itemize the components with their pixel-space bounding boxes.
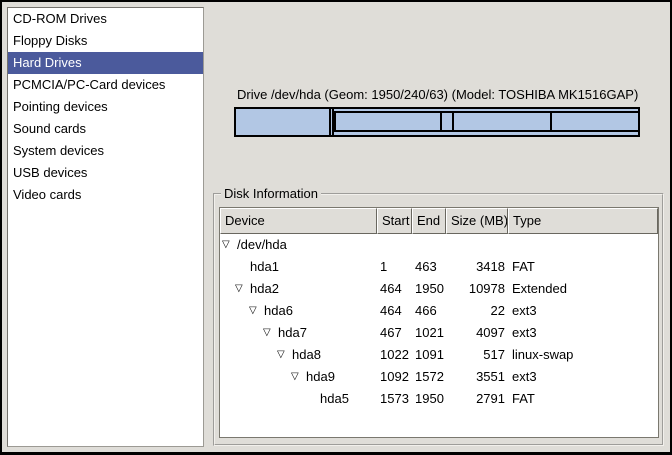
end-cell: 1950 [412, 278, 446, 300]
table-row[interactable]: ▽/dev/hda [220, 234, 658, 256]
device-name: hda2 [250, 278, 279, 300]
sidebar-item-usb-devices[interactable]: USB devices [8, 162, 203, 184]
size-cell [446, 234, 508, 256]
size-cell: 2791 [446, 388, 508, 410]
end-cell: 1572 [412, 366, 446, 388]
device-name: hda9 [306, 366, 335, 388]
expander-icon[interactable]: ▽ [277, 350, 292, 360]
partition-segment-hda5 [552, 113, 638, 130]
type-cell: FAT [508, 388, 658, 410]
device-name: hda7 [278, 322, 307, 344]
expander-icon[interactable]: ▽ [235, 284, 250, 294]
end-cell: 466 [412, 300, 446, 322]
type-cell: Extended [508, 278, 658, 300]
end-cell: 1950 [412, 388, 446, 410]
table-row[interactable]: ▽hda7 467 1021 4097 ext3 [220, 322, 658, 344]
start-cell [377, 234, 412, 256]
table-row[interactable]: ▽hda8 1022 1091 517 linux-swap [220, 344, 658, 366]
start-cell: 1092 [377, 366, 412, 388]
type-cell: ext3 [508, 300, 658, 322]
sidebar-item-pointing-devices[interactable]: Pointing devices [8, 96, 203, 118]
device-name: hda8 [292, 344, 321, 366]
sidebar-item-hard-drives[interactable]: Hard Drives [8, 52, 203, 74]
partition-segment-hda2-extended [332, 109, 638, 135]
expander-icon[interactable]: ▽ [291, 372, 306, 382]
start-cell: 467 [377, 322, 412, 344]
partition-segment-hda1 [236, 109, 331, 135]
size-cell: 22 [446, 300, 508, 322]
end-cell: 463 [412, 256, 446, 278]
size-cell: 10978 [446, 278, 508, 300]
type-cell: ext3 [508, 366, 658, 388]
column-header-device[interactable]: Device [220, 208, 377, 234]
type-cell [508, 234, 658, 256]
table-row[interactable]: ▽hda9 1092 1572 3551 ext3 [220, 366, 658, 388]
drive-title: Drive /dev/hda (Geom: 1950/240/63) (Mode… [237, 87, 638, 102]
size-cell: 517 [446, 344, 508, 366]
start-cell: 1573 [377, 388, 412, 410]
type-cell: ext3 [508, 322, 658, 344]
type-cell: linux-swap [508, 344, 658, 366]
table-row[interactable]: ▽hda1 1 463 3418 FAT [220, 256, 658, 278]
sidebar-item-sound-cards[interactable]: Sound cards [8, 118, 203, 140]
table-row[interactable]: ▽hda6 464 466 22 ext3 [220, 300, 658, 322]
expander-icon[interactable]: ▽ [222, 240, 237, 250]
partition-bar [234, 107, 640, 137]
size-cell: 4097 [446, 322, 508, 344]
start-cell: 1 [377, 256, 412, 278]
column-header-end[interactable]: End [412, 208, 446, 234]
start-cell: 464 [377, 300, 412, 322]
sidebar-item-cdrom-drives[interactable]: CD-ROM Drives [8, 8, 203, 30]
hardware-browser-window: CD-ROM Drives Floppy Disks Hard Drives P… [2, 2, 670, 452]
device-name: /dev/hda [237, 234, 287, 256]
start-cell: 464 [377, 278, 412, 300]
partition-segment-hda8 [442, 113, 454, 130]
device-name: hda5 [320, 388, 349, 410]
column-header-type[interactable]: Type [508, 208, 658, 234]
start-cell: 1022 [377, 344, 412, 366]
device-category-list: CD-ROM Drives Floppy Disks Hard Drives P… [7, 7, 204, 447]
expander-icon[interactable]: ▽ [249, 306, 264, 316]
disk-information-table: Device Start End Size (MB) Type ▽/dev/hd… [219, 207, 659, 438]
size-cell: 3418 [446, 256, 508, 278]
type-cell: FAT [508, 256, 658, 278]
sidebar-item-system-devices[interactable]: System devices [8, 140, 203, 162]
disk-information-frame: Disk Information Device Start End Size (… [213, 193, 664, 446]
expander-icon[interactable]: ▽ [263, 328, 278, 338]
sidebar-item-pcmcia-devices[interactable]: PCMCIA/PC-Card devices [8, 74, 203, 96]
disk-information-frame-label: Disk Information [221, 186, 321, 202]
size-cell: 3551 [446, 366, 508, 388]
table-row[interactable]: ▽hda5 1573 1950 2791 FAT [220, 388, 658, 410]
table-header-row: Device Start End Size (MB) Type [220, 208, 658, 234]
partition-segment-hda9 [454, 113, 552, 130]
device-name: hda6 [264, 300, 293, 322]
table-row[interactable]: ▽hda2 464 1950 10978 Extended [220, 278, 658, 300]
column-header-start[interactable]: Start [377, 208, 412, 234]
end-cell [412, 234, 446, 256]
logical-partitions-strip [334, 111, 638, 132]
device-name: hda1 [250, 256, 279, 278]
end-cell: 1021 [412, 322, 446, 344]
end-cell: 1091 [412, 344, 446, 366]
column-header-size[interactable]: Size (MB) [446, 208, 508, 234]
partition-segment-hda7 [336, 113, 442, 130]
sidebar-item-floppy-disks[interactable]: Floppy Disks [8, 30, 203, 52]
sidebar-item-video-cards[interactable]: Video cards [8, 184, 203, 206]
